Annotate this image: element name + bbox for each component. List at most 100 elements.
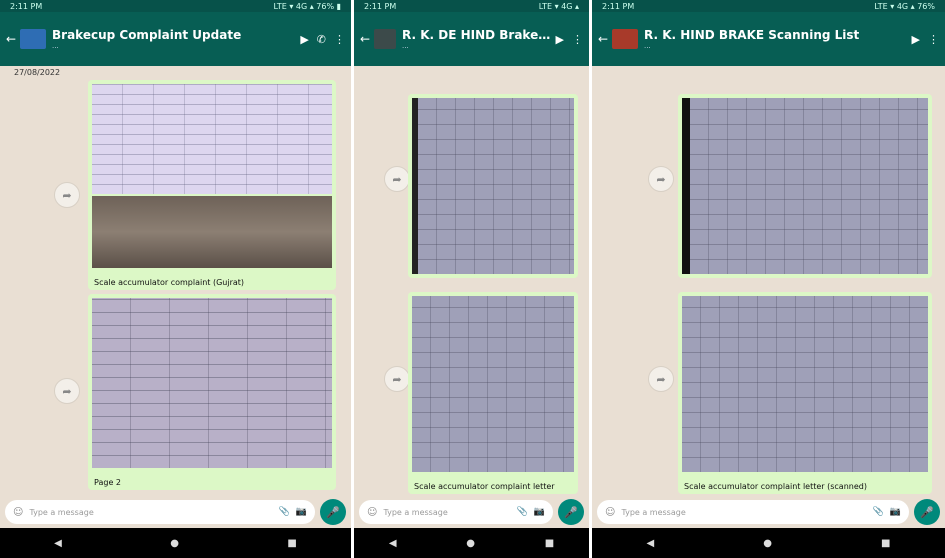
forward-icon[interactable]: ➦: [54, 378, 80, 404]
chat-screen-1: 2:11 PM LTE ▾ 4G ▴ 76% ▮ ← Brakecup Comp…: [0, 0, 351, 558]
forward-icon[interactable]: ➦: [648, 366, 674, 392]
video-call-icon[interactable]: ▶: [556, 33, 564, 46]
chat-subtitle: ...: [644, 42, 651, 50]
nav-recents-icon[interactable]: ■: [287, 538, 296, 549]
chat-title: R. K. DE HIND Brakecup: [402, 28, 556, 42]
menu-icon[interactable]: ⋮: [928, 33, 939, 46]
avatar[interactable]: [374, 29, 396, 49]
message-list[interactable]: ➦ ➦ Scale accumulator complaint letter (…: [592, 66, 945, 496]
chat-title-block[interactable]: Brakecup Complaint Update ...: [52, 28, 300, 50]
forward-icon[interactable]: ➦: [648, 166, 674, 192]
message-placeholder: Type a message: [29, 507, 94, 517]
header-actions: ▶ ⋮: [912, 33, 939, 46]
status-indicators: LTE ▾ 4G ▴: [538, 1, 579, 11]
chat-header: ← Brakecup Complaint Update ... ▶ ✆ ⋮: [0, 12, 351, 66]
document-photo: [412, 296, 574, 472]
attach-icon[interactable]: 📎: [279, 507, 290, 517]
system-nav-bar: ◀ ● ■: [354, 528, 589, 558]
chat-title-block[interactable]: R. K. HIND BRAKE Scanning List ...: [644, 28, 912, 50]
emoji-icon[interactable]: ☺: [13, 507, 23, 518]
mic-icon: 🎤: [326, 505, 340, 519]
document-photo: [92, 298, 332, 468]
status-time: 2:11 PM: [602, 1, 635, 11]
mic-button[interactable]: 🎤: [914, 499, 940, 525]
forward-icon[interactable]: ➦: [384, 166, 410, 192]
nav-recents-icon[interactable]: ■: [545, 538, 554, 549]
composer: ☺ Type a message 📎 📷 🎤: [592, 496, 945, 528]
chat-subtitle: ...: [52, 42, 59, 50]
nav-back-icon[interactable]: ◀: [647, 538, 655, 549]
message-list[interactable]: 27/08/2022 ➦ Scale accumulator complaint…: [0, 66, 351, 496]
chat-title: Brakecup Complaint Update: [52, 28, 242, 42]
header-actions: ▶ ✆ ⋮: [300, 33, 345, 46]
image-message[interactable]: [408, 94, 578, 278]
document-photo: [412, 98, 574, 274]
message-placeholder: Type a message: [383, 507, 448, 517]
voice-call-icon[interactable]: ✆: [317, 33, 326, 46]
message-caption: Scale accumulator complaint (Gujrat): [94, 278, 245, 287]
message-input[interactable]: ☺ Type a message 📎 📷: [5, 500, 315, 524]
document-photo: [682, 296, 928, 472]
menu-icon[interactable]: ⋮: [334, 33, 345, 46]
message-placeholder: Type a message: [621, 507, 686, 517]
document-photo: [92, 84, 332, 194]
mic-button[interactable]: 🎤: [558, 499, 584, 525]
nav-back-icon[interactable]: ◀: [54, 538, 62, 549]
camera-icon[interactable]: 📷: [534, 507, 545, 517]
mic-icon: 🎤: [564, 505, 578, 519]
header-actions: ▶ ⋮: [556, 33, 583, 46]
image-message[interactable]: [678, 94, 932, 278]
chat-subtitle: ...: [402, 42, 409, 50]
mic-button[interactable]: 🎤: [320, 499, 346, 525]
emoji-icon[interactable]: ☺: [605, 507, 615, 518]
menu-icon[interactable]: ⋮: [572, 33, 583, 46]
nav-recents-icon[interactable]: ■: [881, 538, 890, 549]
chat-header: ← R. K. HIND BRAKE Scanning List ... ▶ ⋮: [592, 12, 945, 66]
forward-icon[interactable]: ➦: [54, 182, 80, 208]
document-photo: [682, 98, 928, 274]
mic-icon: 🎤: [920, 505, 934, 519]
back-arrow-icon[interactable]: ←: [360, 32, 374, 46]
avatar[interactable]: [612, 29, 638, 49]
composer: ☺ Type a message 📎 📷 🎤: [354, 496, 589, 528]
chat-title-block[interactable]: R. K. DE HIND Brakecup ...: [402, 28, 556, 50]
message-caption: Page 2: [94, 478, 121, 487]
back-arrow-icon[interactable]: ←: [598, 32, 612, 46]
emoji-icon[interactable]: ☺: [367, 507, 377, 518]
image-message[interactable]: Scale accumulator complaint (Gujrat): [88, 80, 336, 290]
status-indicators: LTE ▾ 4G ▴ 76%: [874, 1, 935, 11]
image-message[interactable]: Scale accumulator complaint letter: [408, 292, 578, 494]
status-time: 2:11 PM: [10, 1, 43, 11]
status-time: 2:11 PM: [364, 1, 397, 11]
video-call-icon[interactable]: ▶: [300, 33, 308, 46]
nav-back-icon[interactable]: ◀: [389, 538, 397, 549]
document-photo: [92, 196, 332, 268]
attach-icon[interactable]: 📎: [873, 507, 884, 517]
image-message[interactable]: Scale accumulator complaint letter (scan…: [678, 292, 932, 494]
video-call-icon[interactable]: ▶: [912, 33, 920, 46]
forward-icon[interactable]: ➦: [384, 366, 410, 392]
status-bar: 2:11 PM LTE ▾ 4G ▴ 76% ▮: [0, 0, 351, 12]
status-indicators: LTE ▾ 4G ▴ 76% ▮: [273, 1, 341, 11]
nav-home-icon[interactable]: ●: [466, 538, 475, 549]
message-input[interactable]: ☺ Type a message 📎 📷: [359, 500, 553, 524]
status-bar: 2:11 PM LTE ▾ 4G ▴: [354, 0, 589, 12]
system-nav-bar: ◀ ● ■: [592, 528, 945, 558]
image-message[interactable]: Page 2: [88, 294, 336, 490]
message-list[interactable]: ➦ ➦ Scale accumulator complaint letter: [354, 66, 589, 496]
camera-icon[interactable]: 📷: [890, 507, 901, 517]
nav-home-icon[interactable]: ●: [170, 538, 179, 549]
nav-home-icon[interactable]: ●: [763, 538, 772, 549]
back-arrow-icon[interactable]: ←: [6, 32, 20, 46]
system-nav-bar: ◀ ● ■: [0, 528, 351, 558]
message-input[interactable]: ☺ Type a message 📎 📷: [597, 500, 909, 524]
message-caption: Scale accumulator complaint letter (scan…: [684, 482, 867, 491]
status-bar: 2:11 PM LTE ▾ 4G ▴ 76%: [592, 0, 945, 12]
message-caption: Scale accumulator complaint letter: [414, 482, 555, 491]
camera-icon[interactable]: 📷: [296, 507, 307, 517]
attach-icon[interactable]: 📎: [517, 507, 528, 517]
avatar[interactable]: [20, 29, 46, 49]
date-label: 27/08/2022: [14, 68, 61, 77]
chat-title: R. K. HIND BRAKE Scanning List: [644, 28, 860, 42]
chat-header: ← R. K. DE HIND Brakecup ... ▶ ⋮: [354, 12, 589, 66]
